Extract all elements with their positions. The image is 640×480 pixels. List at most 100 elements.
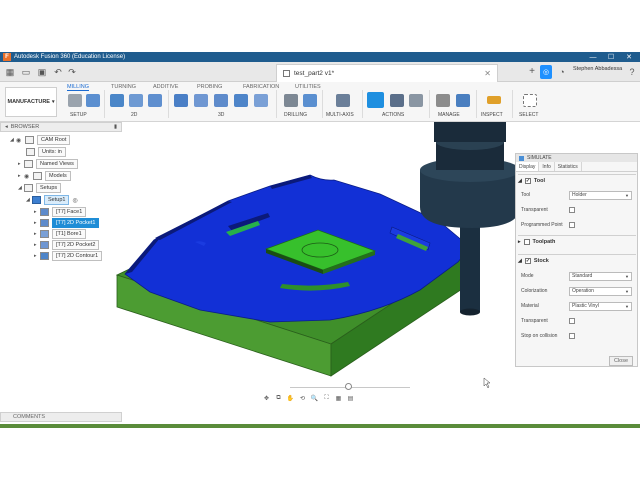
group-inspect-label[interactable]: INSPECT [481,112,503,118]
close-window-button[interactable]: ✕ [620,52,638,62]
expand-icon[interactable]: ▸ [518,239,521,245]
document-tab[interactable]: test_part2 v1* ✕ [276,64,498,82]
collapse-icon[interactable]: ◢ [518,258,522,264]
toolpath-section-checkbox[interactable] [523,238,530,245]
post-process-icon[interactable] [390,94,404,107]
multi-axis-icon[interactable] [336,94,350,107]
3d-flow-icon[interactable] [254,94,268,107]
pan-icon[interactable]: ✋ [286,395,295,402]
collapse-icon[interactable]: ◢ [518,178,522,184]
programmed-point-checkbox[interactable] [569,222,575,228]
tool-library-icon[interactable] [436,94,450,107]
tree-2d-pocket2[interactable]: ▸ [T7] 2D Pocket2 [34,240,100,250]
2d-contour-icon[interactable] [148,94,162,107]
tree-face1[interactable]: ▸ [T7] Face1 [34,207,87,217]
zoom-window-icon[interactable]: 🔍 [310,395,319,402]
grid-settings-icon[interactable]: ▤ [346,395,355,402]
browser-panel-header[interactable]: ◂ BROWSER ▮ [0,122,122,132]
close-tab-icon[interactable]: ✕ [484,69,491,78]
toolpath-section-header[interactable]: ▸ Toolpath [518,235,636,247]
tree-setup1[interactable]: ◢ Setup1 ◎ [26,195,78,205]
visibility-icon[interactable]: ◉ [16,137,23,144]
tool-transparent-checkbox[interactable] [569,207,575,213]
mode-select[interactable]: Standard ▼ [569,271,632,281]
undo-icon[interactable]: ↶ [52,66,64,78]
setup-sheet-icon[interactable] [409,94,423,107]
group-3d-label[interactable]: 3D [218,112,224,118]
grid-icon[interactable]: ▦ [4,66,16,78]
tool-section-header[interactable]: ◢ ✓ Tool [518,174,636,186]
tab-fabrication[interactable]: FABRICATION [243,84,279,90]
chevron-down-icon[interactable]: ◂ [5,124,8,130]
group-select-label[interactable]: SELECT [519,112,538,118]
tool-section-checkbox[interactable]: ✓ [524,177,531,184]
pin-icon[interactable]: ▮ [114,124,117,130]
tool-select[interactable]: Holder ▼ [569,190,632,200]
file-icon[interactable]: ▭ [20,66,32,78]
pocket-operation-icon [40,219,49,227]
tree-models[interactable]: ▸ ◉ Models [18,171,71,181]
simulate-header[interactable]: SIMULATE [516,154,637,162]
display-settings-icon[interactable]: ▦ [334,395,343,402]
new-tab-button[interactable]: + [526,66,538,78]
help-icon[interactable]: ? [626,66,638,78]
stock-transparent-checkbox[interactable] [569,318,575,324]
stop-on-collision-checkbox[interactable] [569,333,575,339]
group-setup-label[interactable]: SETUP [70,112,87,118]
tab-turning[interactable]: TURNING [111,84,136,90]
group-drilling-label[interactable]: DRILLING [284,112,307,118]
tab-display[interactable]: Display [516,162,540,171]
2d-pocket-icon[interactable] [129,94,143,107]
3d-scallop-icon[interactable] [234,94,248,107]
visibility-icon[interactable]: ◉ [24,173,31,180]
tree-named-views[interactable]: ▸ Named Views [18,159,78,169]
group-manage-label[interactable]: MANAGE [438,112,460,118]
fit-icon[interactable]: ⛶ [322,395,331,402]
user-name[interactable]: Stephen Abbadessa [573,66,622,72]
tree-2d-contour1[interactable]: ▸ [T7] 2D Contour1 [34,251,103,261]
group-actions-label[interactable]: ACTIONS [382,112,404,118]
tab-info[interactable]: Info [539,162,555,171]
select-icon[interactable] [523,94,537,107]
3d-pocket-icon[interactable] [194,94,208,107]
new-setup-icon[interactable] [68,94,82,107]
measure-icon[interactable] [487,96,501,104]
stock-section-header[interactable]: ◢ ✓ Stock [518,254,636,266]
stock-section-checkbox[interactable]: ✓ [524,257,531,264]
group-2d-label[interactable]: 2D [131,112,137,118]
close-button[interactable]: Close [609,356,633,366]
orbit-icon[interactable]: ✥ [262,395,271,402]
edit-setup-icon[interactable] [86,94,100,107]
comments-panel[interactable]: COMMENTS [0,412,122,422]
colorization-select[interactable]: Operation ▼ [569,286,632,296]
redo-icon[interactable]: ↷ [66,66,78,78]
workspace-switcher[interactable]: MANUFACTURE ▾ [5,87,57,117]
tree-2d-pocket1[interactable]: ▸ [T7] 2D Pocket1 [34,218,100,228]
group-multi-axis-label[interactable]: MULTI-AXIS [326,112,354,118]
3d-adaptive-icon[interactable] [174,94,188,107]
job-status-icon[interactable]: ◎ [540,65,552,79]
3d-parallel-icon[interactable] [214,94,228,107]
minimize-button[interactable]: — [584,52,602,62]
simulation-slider-handle[interactable] [345,383,352,390]
tab-milling[interactable]: MILLING [67,84,90,91]
simulate-icon[interactable] [367,92,384,108]
zoom-icon[interactable]: ⟲ [298,395,307,402]
tab-statistics[interactable]: Statistics [555,162,582,171]
material-select[interactable]: Plastic Vinyl ▼ [569,301,632,311]
tree-units[interactable]: Units: in [26,147,66,157]
tab-additive[interactable]: ADDITIVE [153,84,178,90]
tab-utilities[interactable]: UTILITIES [295,84,321,90]
tree-setups[interactable]: ◢ Setups [18,183,62,193]
look-at-icon[interactable]: ⧉ [274,395,283,402]
maximize-button[interactable]: ☐ [602,52,620,62]
hole-recognition-icon[interactable] [303,94,317,107]
drill-icon[interactable] [284,94,298,107]
tab-probing[interactable]: PROBING [197,84,222,90]
notifications-icon[interactable]: ◔ [556,66,568,78]
tree-cam-root[interactable]: ◢ ◉ CAM Root [10,135,71,145]
tree-bore1[interactable]: ▸ [T1] Bore1 [34,229,86,239]
save-icon[interactable]: ▣ [36,66,48,78]
template-library-icon[interactable] [456,94,470,107]
2d-adaptive-icon[interactable] [110,94,124,107]
